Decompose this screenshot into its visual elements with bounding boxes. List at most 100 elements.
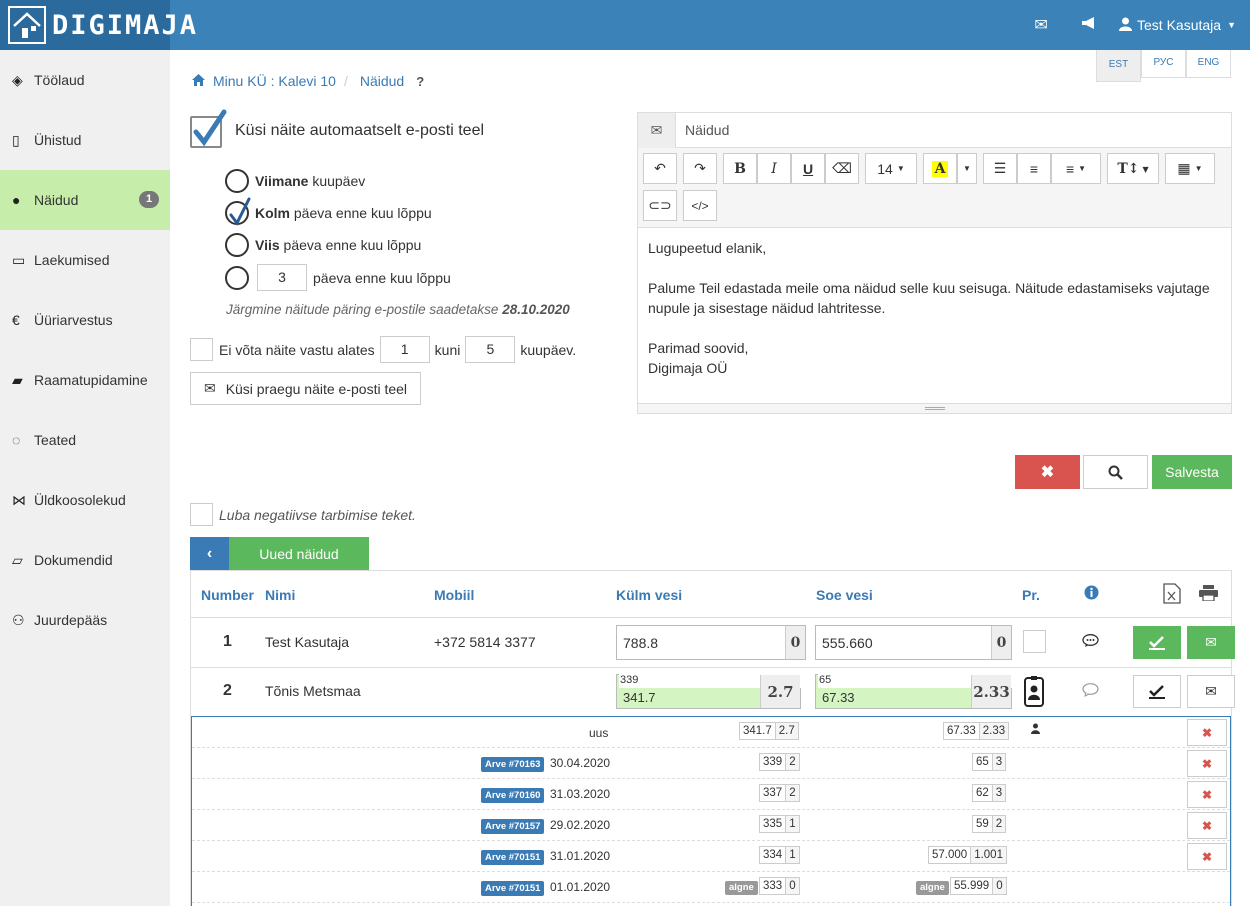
cancel-button[interactable]: ✖ bbox=[1015, 455, 1080, 489]
subject-input[interactable]: Näidud bbox=[676, 122, 729, 138]
col-mobile[interactable]: Mobiil bbox=[434, 587, 474, 603]
send-email-button[interactable]: ✉ bbox=[1187, 675, 1235, 708]
confirm-button[interactable] bbox=[1133, 675, 1181, 708]
sidebar-item-uldkoosolekud[interactable]: ⋈ Üldkoosolekud bbox=[0, 470, 170, 530]
radio-circle[interactable] bbox=[225, 169, 249, 193]
send-email-button[interactable]: ✉ bbox=[1187, 626, 1235, 659]
ei-vota-checkbox[interactable] bbox=[190, 338, 213, 361]
breadcrumb-current[interactable]: Näidud bbox=[360, 73, 404, 89]
sidebar-item-toolaud[interactable]: ◈ Töölaud bbox=[0, 50, 170, 110]
sidebar-item-raamatupidamine[interactable]: ▰ Raamatupidamine bbox=[0, 350, 170, 410]
col-number[interactable]: Number bbox=[201, 587, 254, 603]
search-button[interactable] bbox=[1083, 455, 1148, 489]
highlight-color-icon[interactable]: A bbox=[923, 153, 957, 184]
row-name[interactable]: Test Kasutaja bbox=[265, 634, 349, 650]
cold-water-consumption: 0 bbox=[785, 626, 805, 659]
tab-new-readings[interactable]: Uued näidud bbox=[229, 537, 369, 571]
breadcrumb: Minu KÜ : Kalevi 10 / Näidud ? bbox=[192, 73, 424, 89]
color-caret-icon[interactable]: ▼ bbox=[957, 153, 977, 184]
cold-water-input[interactable]: 788.8 0 bbox=[616, 625, 806, 660]
hot-water-input[interactable]: 555.660 0 bbox=[815, 625, 1012, 660]
bold-icon[interactable]: B bbox=[723, 153, 757, 184]
editor-resize-handle[interactable] bbox=[638, 403, 1231, 413]
contact-card-icon[interactable] bbox=[1024, 676, 1044, 710]
col-cold-water[interactable]: Külm vesi bbox=[616, 587, 682, 603]
eraser-icon[interactable]: ⌫ bbox=[825, 153, 859, 184]
megaphone-icon[interactable] bbox=[1065, 16, 1113, 35]
save-button[interactable]: Salvesta bbox=[1152, 455, 1232, 489]
envelope-icon[interactable]: ✉ bbox=[1017, 15, 1065, 35]
hot-water-input[interactable]: 65 67.33 2.33 bbox=[815, 674, 1013, 709]
book-icon: ▰ bbox=[12, 371, 23, 388]
radio-circle[interactable] bbox=[225, 233, 249, 257]
invoice-badge[interactable]: Arve #70157 bbox=[481, 819, 545, 834]
home-icon[interactable] bbox=[192, 73, 205, 89]
delete-button[interactable]: ✖ bbox=[1187, 719, 1227, 746]
col-hot-water[interactable]: Soe vesi bbox=[816, 587, 873, 603]
comment-icon[interactable] bbox=[1082, 634, 1099, 651]
radio-circle-checked[interactable] bbox=[225, 197, 251, 226]
help-icon[interactable]: ? bbox=[416, 74, 424, 89]
font-size-dropdown[interactable]: 14 ▼ bbox=[865, 153, 917, 184]
bullet-list-icon[interactable]: ☰ bbox=[983, 153, 1017, 184]
row-name[interactable]: Tõnis Metsmaa bbox=[265, 683, 361, 699]
info-icon[interactable] bbox=[1084, 585, 1099, 603]
align-icon[interactable]: ≡ ▼ bbox=[1051, 153, 1101, 184]
radio-circle[interactable] bbox=[225, 265, 249, 290]
sidebar-item-uhistud[interactable]: ▯ Ühistud bbox=[0, 110, 170, 170]
delete-button[interactable]: ✖ bbox=[1187, 781, 1227, 808]
to-day-input[interactable]: 5 bbox=[465, 336, 516, 363]
text-height-icon[interactable]: T↕ ▼ bbox=[1107, 153, 1159, 184]
numbered-list-icon[interactable]: ≡ bbox=[1017, 153, 1051, 184]
custom-days-input[interactable]: 3 bbox=[257, 264, 307, 291]
delete-button[interactable]: ✖ bbox=[1187, 750, 1227, 777]
print-icon[interactable] bbox=[1199, 585, 1218, 604]
editor-body[interactable]: Lugupeetud elanik, Palume Teil edastada … bbox=[638, 228, 1231, 388]
subject-field[interactable]: ✉ Näidud bbox=[638, 112, 1231, 148]
undo-icon[interactable]: ↶ bbox=[643, 153, 677, 184]
sidebar-item-uuriarvestus[interactable]: € Üüriarvestus bbox=[0, 290, 170, 350]
underline-icon[interactable]: U bbox=[791, 153, 825, 184]
radio-five-days[interactable]: Viis päeva enne kuu lõppu bbox=[225, 233, 421, 257]
sidebar-item-naidud[interactable]: ● Näidud 1 bbox=[0, 170, 170, 230]
ask-now-button[interactable]: ✉ Küsi praegu näite e-posti teel bbox=[190, 372, 421, 405]
italic-icon[interactable]: I bbox=[757, 153, 791, 184]
lang-est[interactable]: EST bbox=[1096, 50, 1141, 82]
auto-ask-checkbox[interactable] bbox=[190, 109, 227, 148]
sidebar-item-teated[interactable]: ◌ Teated bbox=[0, 410, 170, 470]
lang-eng[interactable]: ENG bbox=[1186, 50, 1231, 78]
radio-three-days[interactable]: Kolm päeva enne kuu lõppu bbox=[225, 197, 432, 226]
redo-icon[interactable]: ↷ bbox=[683, 153, 717, 184]
col-pr[interactable]: Pr. bbox=[1022, 587, 1040, 603]
cold-water-input[interactable]: 339 341.7 2.7 bbox=[616, 674, 802, 709]
invoice-badge[interactable]: Arve #70151 bbox=[481, 881, 545, 896]
link-icon[interactable]: ⊂⊃ bbox=[643, 190, 677, 221]
delete-button[interactable]: ✖ bbox=[1187, 843, 1227, 870]
code-view-icon[interactable]: </> bbox=[683, 190, 717, 221]
invoice-badge[interactable]: Arve #70151 bbox=[481, 850, 545, 865]
sidebar-item-dokumendid[interactable]: ▱ Dokumendid bbox=[0, 530, 170, 590]
negative-consumption-checkbox[interactable] bbox=[190, 503, 213, 526]
invoice-badge[interactable]: Arve #70163 bbox=[481, 757, 545, 772]
body-line: Parimad soovid, bbox=[648, 340, 749, 356]
table-icon[interactable]: ▦ ▼ bbox=[1165, 153, 1215, 184]
pr-checkbox[interactable] bbox=[1023, 630, 1046, 653]
radio-custom-days[interactable]: 3 päeva enne kuu lõppu bbox=[225, 264, 451, 291]
checkmark-icon bbox=[229, 197, 251, 226]
lang-rus[interactable]: РУС bbox=[1141, 50, 1186, 78]
sidebar-item-juurdepaas[interactable]: ⚇ Juurdepääs bbox=[0, 590, 170, 650]
initial-badge: algne bbox=[725, 881, 758, 895]
excel-export-icon[interactable] bbox=[1163, 583, 1181, 607]
invoice-badge[interactable]: Arve #70160 bbox=[481, 788, 545, 803]
logo[interactable]: DIGIMAJA bbox=[0, 0, 196, 50]
from-day-input[interactable]: 1 bbox=[379, 336, 430, 363]
col-name[interactable]: Nimi bbox=[265, 587, 295, 603]
sidebar-item-laekumised[interactable]: ▭ Laekumised bbox=[0, 230, 170, 290]
user-menu[interactable]: Test Kasutaja ▼ bbox=[1113, 17, 1250, 34]
confirm-button[interactable] bbox=[1133, 626, 1181, 659]
back-button[interactable]: ‹ bbox=[190, 537, 229, 571]
delete-button[interactable]: ✖ bbox=[1187, 812, 1227, 839]
breadcrumb-home[interactable]: Minu KÜ : Kalevi 10 bbox=[213, 73, 336, 89]
radio-last-day[interactable]: Viimane kuupäev bbox=[225, 169, 365, 193]
comment-outline-icon[interactable] bbox=[1082, 683, 1099, 700]
